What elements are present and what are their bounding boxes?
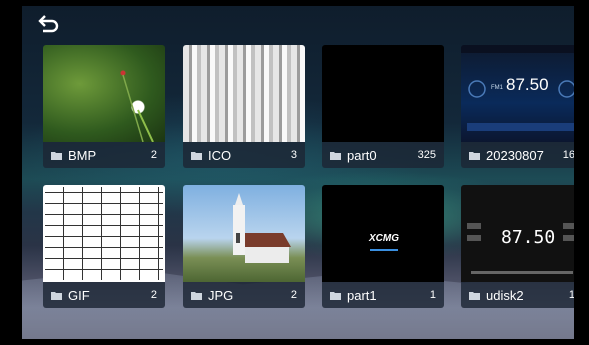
folder-name: JPG — [208, 287, 234, 303]
folder-name: GIF — [68, 287, 90, 303]
thumbnail-flower — [43, 45, 165, 142]
folder-icon — [469, 151, 480, 160]
folder-tile-jpg[interactable]: JPG 2 — [183, 185, 305, 308]
thumbnail-blank — [322, 45, 444, 142]
thumbnail-icicles — [183, 45, 305, 142]
back-arrow-icon — [38, 15, 59, 33]
logo-text: XCMG — [369, 233, 399, 244]
folder-icon — [330, 151, 341, 160]
folder-icon — [191, 291, 202, 300]
thumbnail-radio-screen: FM1 87.50 — [461, 45, 574, 142]
radio-frequency: 87.50 — [506, 75, 549, 94]
folder-tile-part0[interactable]: part0 325 — [322, 45, 444, 168]
back-button[interactable] — [36, 14, 62, 36]
folder-tile-gif[interactable]: GIF 2 — [43, 185, 165, 308]
folder-icon — [191, 151, 202, 160]
folder-tile-bmp[interactable]: BMP 2 — [43, 45, 165, 168]
folder-name: 20230807 — [486, 147, 544, 163]
folder-count: 1 — [568, 289, 574, 301]
folder-count: 3 — [290, 149, 297, 161]
thumbnail-table-image — [43, 185, 165, 282]
radio-band: FM1 — [491, 85, 503, 91]
digital-frequency: 87.50 — [501, 227, 556, 248]
folder-count: 1 — [429, 289, 436, 301]
folder-icon — [51, 291, 62, 300]
folder-count: 2 — [290, 289, 297, 301]
folder-tile-20230807[interactable]: FM1 87.50 20230807 16 — [461, 45, 574, 168]
gallery-screen: BMP 2 ICO 3 part0 325 FM1 87.50 20230807… — [22, 6, 574, 339]
folder-icon — [469, 291, 480, 300]
thumbnail-digital-radio: 87.50 — [461, 185, 574, 282]
folder-name: udisk2 — [486, 287, 524, 303]
folder-icon — [330, 291, 341, 300]
folder-tile-udisk2[interactable]: 87.50 udisk2 1 — [461, 185, 574, 308]
folder-name: part1 — [347, 287, 377, 303]
folder-count: 325 — [417, 149, 436, 161]
thumbnail-logo: XCMG — [322, 185, 444, 282]
folder-tile-ico[interactable]: ICO 3 — [183, 45, 305, 168]
folder-count: 16 — [562, 149, 574, 161]
folder-count: 2 — [150, 289, 157, 301]
thumbnail-church — [183, 185, 305, 282]
folder-name: BMP — [68, 147, 97, 163]
folder-name: ICO — [208, 147, 232, 163]
folder-count: 2 — [150, 149, 157, 161]
folder-icon — [51, 151, 62, 160]
folder-name: part0 — [347, 147, 377, 163]
folder-tile-part1[interactable]: XCMG part1 1 — [322, 185, 444, 308]
